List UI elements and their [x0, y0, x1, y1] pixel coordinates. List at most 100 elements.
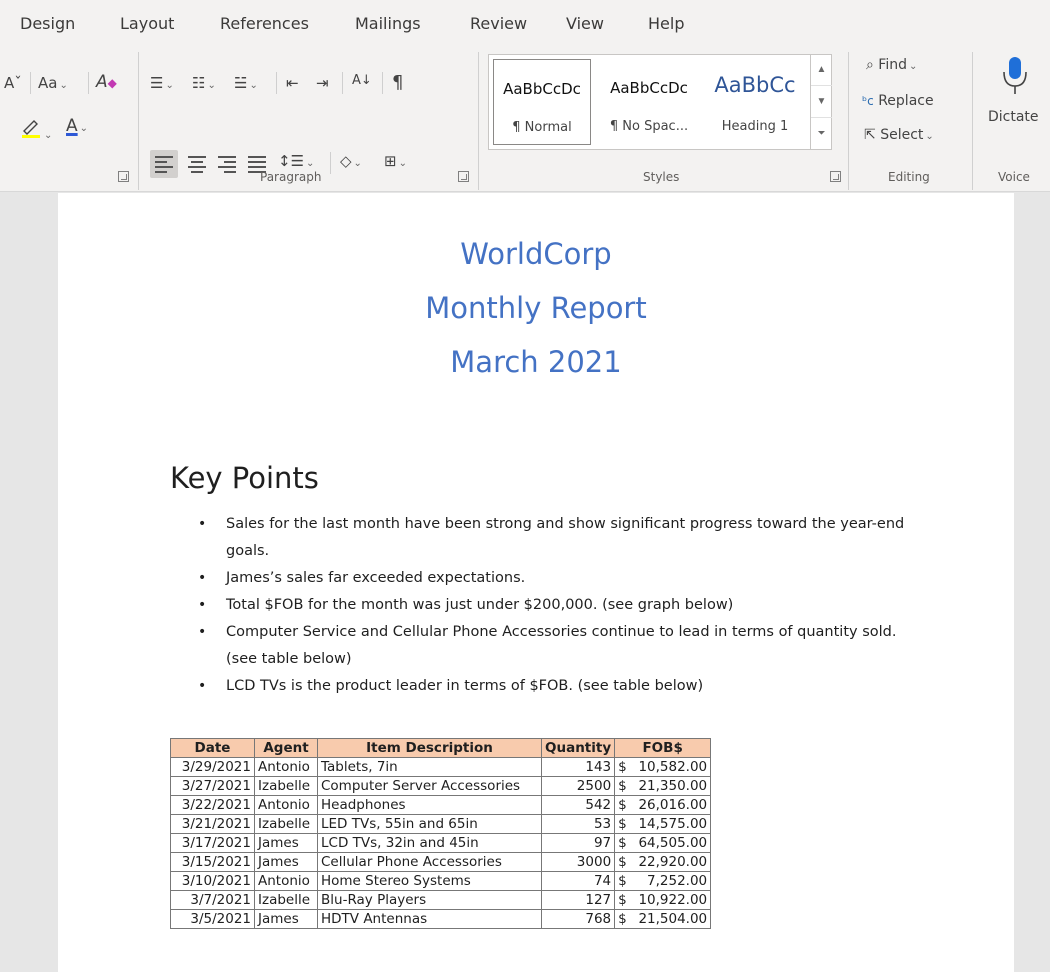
chevron-down-icon: ⌄ — [79, 123, 89, 134]
currency-symbol: $ — [618, 891, 627, 908]
chevron-down-icon: ⌄ — [207, 80, 216, 91]
tab-view[interactable]: View — [566, 14, 604, 33]
select-label: Select — [880, 127, 924, 143]
gallery-down-icon[interactable]: ▼ — [811, 86, 832, 118]
column-header: Date — [170, 738, 255, 758]
clear-formatting-icon: A — [96, 72, 108, 92]
agent-cell: Izabelle — [254, 814, 318, 834]
highlight-color-button[interactable]: ⌄ — [20, 116, 52, 141]
paragraph-dialog-launcher-icon[interactable] — [458, 171, 469, 182]
document-area: WorldCorp Monthly Report March 2021 Key … — [0, 193, 1050, 972]
dictate-button[interactable]: Dictate — [986, 54, 1046, 154]
line-spacing-button[interactable]: ↕☰ ⌄ — [278, 154, 314, 169]
style-sample: AaBbCc — [714, 73, 796, 97]
bullets-button[interactable]: ☰ ⌄ — [150, 76, 174, 91]
fob-cell: $10,582.00 — [614, 757, 712, 777]
borders-button[interactable]: ⊞ ⌄ — [384, 154, 407, 169]
styles-dialog-launcher-icon[interactable] — [830, 171, 841, 182]
chevron-down-icon: ⌄ — [306, 158, 315, 169]
doc-title-line: WorldCorp — [460, 237, 612, 271]
tab-help[interactable]: Help — [648, 14, 684, 33]
clear-formatting-button[interactable]: A◆ — [96, 74, 117, 91]
column-header: Item Description — [317, 738, 542, 758]
table-row: 3/15/2021 James Cellular Phone Accessories… — [170, 852, 712, 872]
align-left-button[interactable] — [155, 156, 173, 173]
table-row: 3/21/2021 Izabelle LED TVs, 55in and 65in 5… — [170, 814, 712, 834]
doc-title-line: March 2021 — [450, 345, 622, 379]
agent-cell: Izabelle — [254, 776, 318, 796]
style-normal[interactable]: AaBbCcDc ¶ Normal — [493, 59, 591, 145]
font-color-icon: A — [66, 116, 78, 136]
item-description-cell: Home Stereo Systems — [317, 871, 542, 891]
sales-table: Date Agent Item Description Quantity FOB… — [170, 738, 712, 929]
align-center-button[interactable] — [188, 156, 206, 173]
show-formatting-marks-button[interactable]: ¶ — [392, 74, 403, 92]
group-divider — [478, 52, 479, 190]
document-page[interactable]: WorldCorp Monthly Report March 2021 Key … — [58, 193, 1014, 972]
quantity-cell: 3000 — [540, 852, 616, 872]
quantity-cell: 542 — [540, 795, 616, 815]
group-divider — [138, 52, 139, 190]
font-color-button[interactable]: A ⌄ — [66, 118, 88, 135]
change-case-button[interactable]: Aa ⌄ — [38, 76, 68, 91]
currency-symbol: $ — [618, 910, 627, 927]
fob-value: 7,252.00 — [647, 872, 708, 889]
section-heading: Key Points — [170, 461, 319, 495]
increase-indent-button[interactable]: ⇥ — [316, 76, 329, 91]
date-cell: 3/7/2021 — [170, 890, 255, 910]
table-row: 3/29/2021 Antonio Tablets, 7in 143 $10,582.0… — [170, 757, 712, 777]
select-button[interactable]: ⇱ Select ⌄ — [864, 128, 934, 142]
decrease-indent-button[interactable]: ⇤ — [286, 76, 299, 91]
currency-symbol: $ — [618, 777, 627, 794]
align-right-button[interactable] — [218, 156, 236, 173]
paragraph-group-label: Paragraph — [260, 170, 322, 184]
multilevel-list-button[interactable]: ☱ ⌄ — [234, 76, 258, 91]
style-heading-1[interactable]: AaBbCc Heading 1 — [705, 59, 805, 145]
numbering-button[interactable]: ☷ ⌄ — [192, 76, 216, 91]
fob-value: 64,505.00 — [638, 834, 708, 851]
item-description-cell: Cellular Phone Accessories — [317, 852, 542, 872]
tab-mailings[interactable]: Mailings — [355, 14, 421, 33]
agent-cell: James — [254, 909, 318, 929]
fob-value: 21,504.00 — [638, 910, 708, 927]
currency-symbol: $ — [618, 815, 627, 832]
table-row: 3/22/2021 Antonio Headphones 542 $26,016.00 — [170, 795, 712, 815]
column-header: Agent — [254, 738, 318, 758]
style-no-spacing[interactable]: AaBbCcDc ¶ No Spac... — [597, 59, 701, 145]
quantity-cell: 53 — [540, 814, 616, 834]
gallery-more-icon[interactable]: ⏷ — [811, 118, 832, 150]
chevron-down-icon: ⌄ — [925, 131, 934, 142]
chevron-down-icon: ⌄ — [165, 80, 174, 91]
tab-layout[interactable]: Layout — [120, 14, 174, 33]
grow-font-icon[interactable]: Aˇ — [4, 76, 22, 91]
column-header: FOB$ — [614, 738, 712, 758]
shading-button[interactable]: ◇ ⌄ — [340, 154, 362, 169]
chevron-down-icon: ⌄ — [44, 130, 53, 141]
fob-cell: $22,920.00 — [614, 852, 712, 872]
agent-cell: James — [254, 852, 318, 872]
tab-references[interactable]: References — [220, 14, 309, 33]
date-cell: 3/17/2021 — [170, 833, 255, 853]
divider — [382, 72, 383, 94]
item-description-cell: Tablets, 7in — [317, 757, 542, 777]
gallery-up-icon[interactable]: ▲ — [811, 54, 832, 86]
currency-symbol: $ — [618, 853, 627, 870]
font-dialog-launcher-icon[interactable] — [118, 171, 129, 182]
quantity-cell: 127 — [540, 890, 616, 910]
fob-value: 22,920.00 — [638, 853, 708, 870]
fob-cell: $21,350.00 — [614, 776, 712, 796]
chevron-down-icon: ⌄ — [398, 158, 407, 169]
quantity-cell: 2500 — [540, 776, 616, 796]
replace-button[interactable]: ᵇc Replace — [862, 94, 934, 108]
microphone-icon — [1003, 57, 1027, 94]
find-button[interactable]: ⌕ Find ⌄ — [866, 58, 917, 72]
tab-review[interactable]: Review — [470, 14, 527, 33]
date-cell: 3/22/2021 — [170, 795, 255, 815]
item-description-cell: LCD TVs, 32in and 45in — [317, 833, 542, 853]
key-points-list: Sales for the last month have been stron… — [198, 511, 918, 700]
date-cell: 3/10/2021 — [170, 871, 255, 891]
currency-symbol: $ — [618, 758, 627, 775]
divider — [276, 72, 277, 94]
sort-button[interactable]: A↓ — [352, 74, 372, 87]
tab-design[interactable]: Design — [20, 14, 75, 33]
